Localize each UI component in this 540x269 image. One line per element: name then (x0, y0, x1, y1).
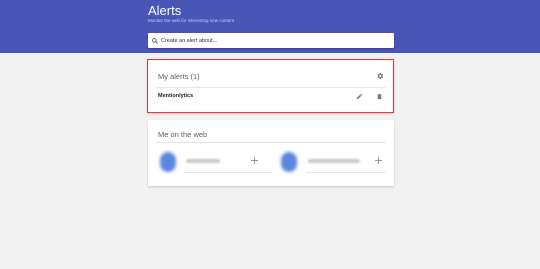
gear-icon[interactable] (376, 72, 384, 80)
divider (156, 142, 386, 143)
plus-icon[interactable]: + (250, 155, 259, 166)
trash-icon[interactable] (376, 93, 383, 100)
pencil-icon[interactable] (356, 93, 363, 100)
search-box[interactable] (148, 33, 394, 48)
blurred-name (308, 159, 360, 163)
divider (156, 87, 386, 88)
page-subtitle: Monitor the web for interesting new cont… (148, 18, 235, 23)
page-title: Alerts (148, 3, 182, 18)
divider (306, 172, 386, 173)
me-on-web-title: Me on the web (158, 130, 208, 139)
divider (184, 172, 272, 173)
search-icon (152, 37, 158, 44)
me-on-web-card: Me on the web + + (148, 120, 394, 186)
blurred-name (186, 159, 220, 163)
create-alert-input[interactable] (161, 34, 381, 47)
avatar (160, 152, 176, 172)
alert-item-name[interactable]: Mentionlytics (158, 93, 193, 99)
my-alerts-card: My alerts (1) Mentionlytics (148, 61, 394, 113)
avatar (281, 152, 297, 172)
my-alerts-title: My alerts (1) (158, 72, 200, 81)
plus-icon[interactable]: + (374, 155, 383, 166)
app-header: Alerts Monitor the web for interesting n… (0, 0, 540, 53)
